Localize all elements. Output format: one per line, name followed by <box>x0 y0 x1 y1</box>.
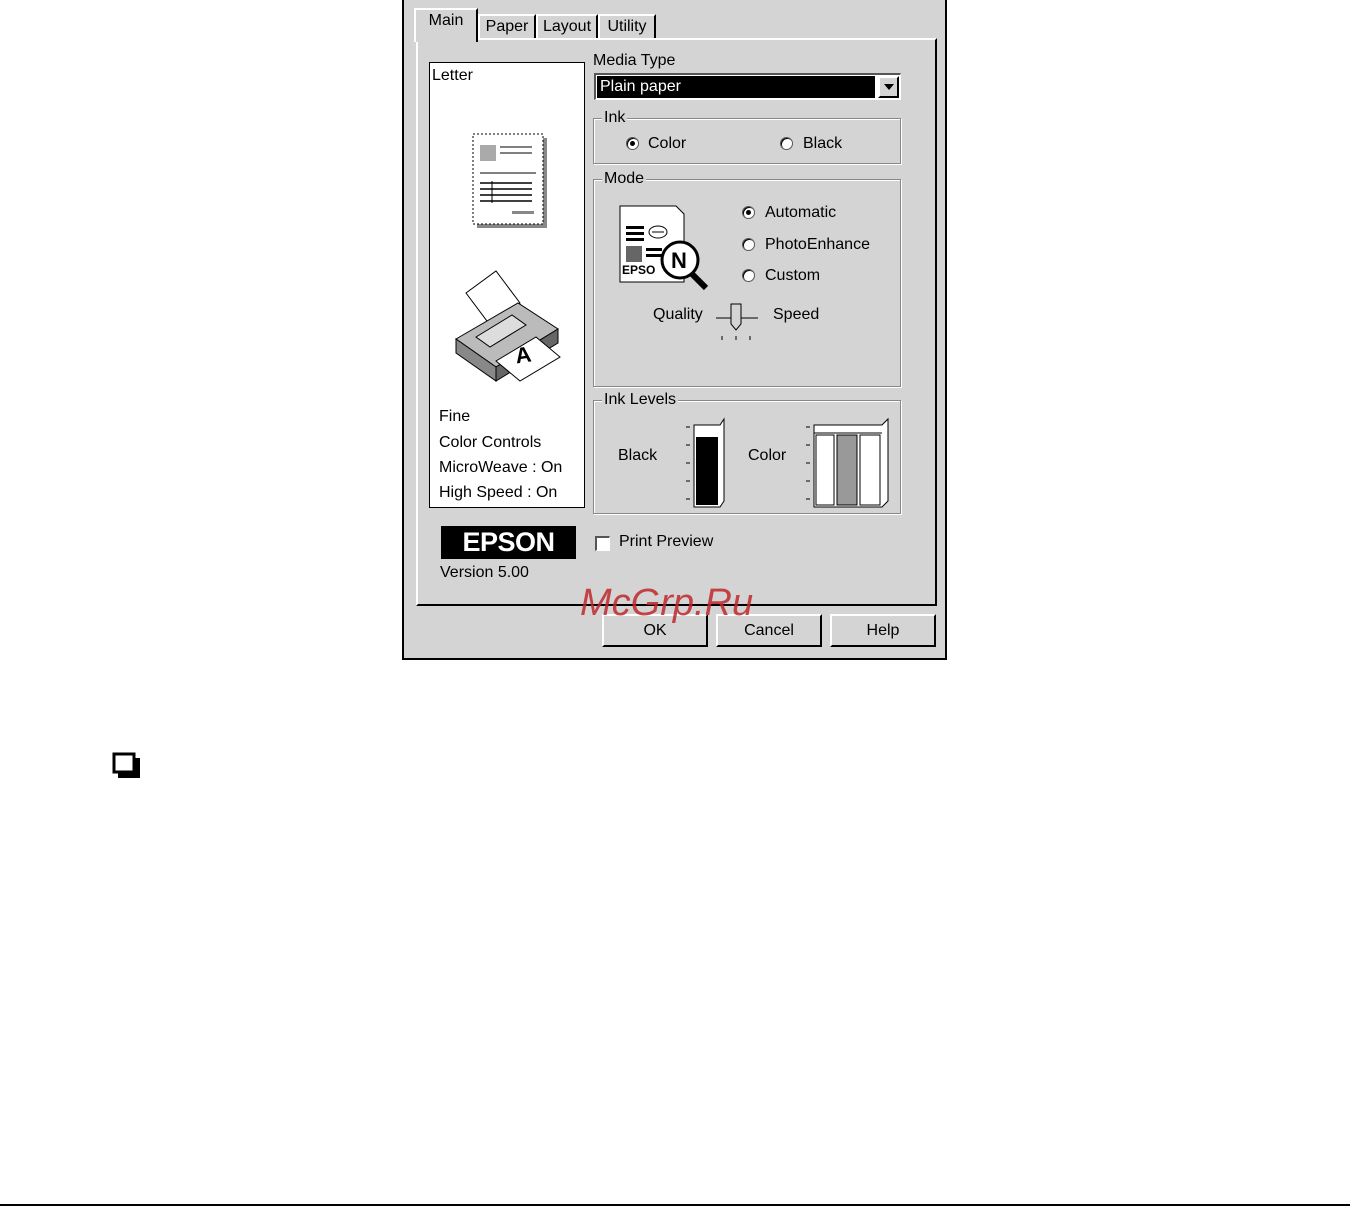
driver-version: Version 5.00 <box>440 564 529 581</box>
page-footer-rule <box>0 1204 1350 1206</box>
page-preview-icon <box>472 133 547 228</box>
tab-utility[interactable]: Utility <box>598 14 656 40</box>
quality-speed-slider[interactable] <box>714 300 760 344</box>
ink-level-black-label: Black <box>618 447 658 464</box>
black-ink-cartridge-icon <box>686 417 725 508</box>
chevron-down-icon[interactable] <box>878 76 899 98</box>
mode-group: Mode EPSO N Automatic PhotoEnhance Custo… <box>593 169 901 387</box>
printer-icon: A <box>455 270 561 382</box>
tab-main-label: Main <box>428 12 464 29</box>
media-type-label: Media Type <box>593 52 676 69</box>
color-ink-cartridge-icon <box>806 417 889 508</box>
help-button[interactable]: Help <box>830 614 936 647</box>
ink-group: Ink Color Black <box>593 108 901 164</box>
svg-text:EPSO: EPSO <box>622 263 655 277</box>
mode-photoenhance-radio[interactable] <box>742 238 755 251</box>
ink-group-label: Ink <box>602 108 628 128</box>
slider-quality-label: Quality <box>653 306 703 323</box>
printer-properties-dialog: Main Paper Layout Utility Letter A Fine … <box>402 0 947 660</box>
preview-setting-high-speed: High Speed : On <box>439 484 558 501</box>
epson-mode-icon: EPSO N <box>619 205 709 291</box>
watermark-text: McGrp.Ru <box>580 582 754 624</box>
ink-color-radio[interactable] <box>626 137 639 150</box>
mode-custom-radio[interactable] <box>742 269 755 282</box>
mode-automatic-radio[interactable] <box>742 206 755 219</box>
svg-text:N: N <box>671 248 687 273</box>
ink-levels-group: Ink Levels Black Color <box>593 390 901 514</box>
preview-setting-quality: Fine <box>439 408 471 425</box>
print-preview-label[interactable]: Print Preview <box>619 532 713 552</box>
mode-group-label: Mode <box>602 169 647 189</box>
tab-utility-label: Utility <box>607 18 647 35</box>
tab-main[interactable]: Main <box>414 8 478 42</box>
mode-photoenhance-label[interactable]: PhotoEnhance <box>765 235 870 255</box>
mode-custom-label[interactable]: Custom <box>765 266 820 286</box>
print-preview-checkbox[interactable] <box>595 536 610 551</box>
tab-paper[interactable]: Paper <box>478 14 536 40</box>
ink-level-color-label: Color <box>748 447 787 464</box>
ink-black-label[interactable]: Black <box>803 134 842 154</box>
media-type-select[interactable]: Plain paper <box>594 73 901 100</box>
ink-levels-group-label: Ink Levels <box>602 390 679 410</box>
ink-black-radio[interactable] <box>780 137 793 150</box>
epson-logo: EPSON <box>441 526 576 559</box>
mode-automatic-label[interactable]: Automatic <box>765 203 836 223</box>
tab-layout-label: Layout <box>542 18 592 35</box>
preview-setting-microweave: MicroWeave : On <box>439 459 563 476</box>
paper-size-label: Letter <box>432 67 473 84</box>
tab-layout[interactable]: Layout <box>536 14 598 40</box>
media-type-value: Plain paper <box>597 76 875 98</box>
settings-preview-pane: Letter A Fine Color Controls MicroWeave … <box>429 62 585 508</box>
preview-setting-color-controls: Color Controls <box>439 434 542 451</box>
ink-color-label[interactable]: Color <box>648 134 686 154</box>
help-button-label: Help <box>866 622 900 639</box>
tab-paper-label: Paper <box>485 18 529 35</box>
slider-speed-label: Speed <box>773 306 820 323</box>
note-checkbox-icon <box>112 752 140 778</box>
